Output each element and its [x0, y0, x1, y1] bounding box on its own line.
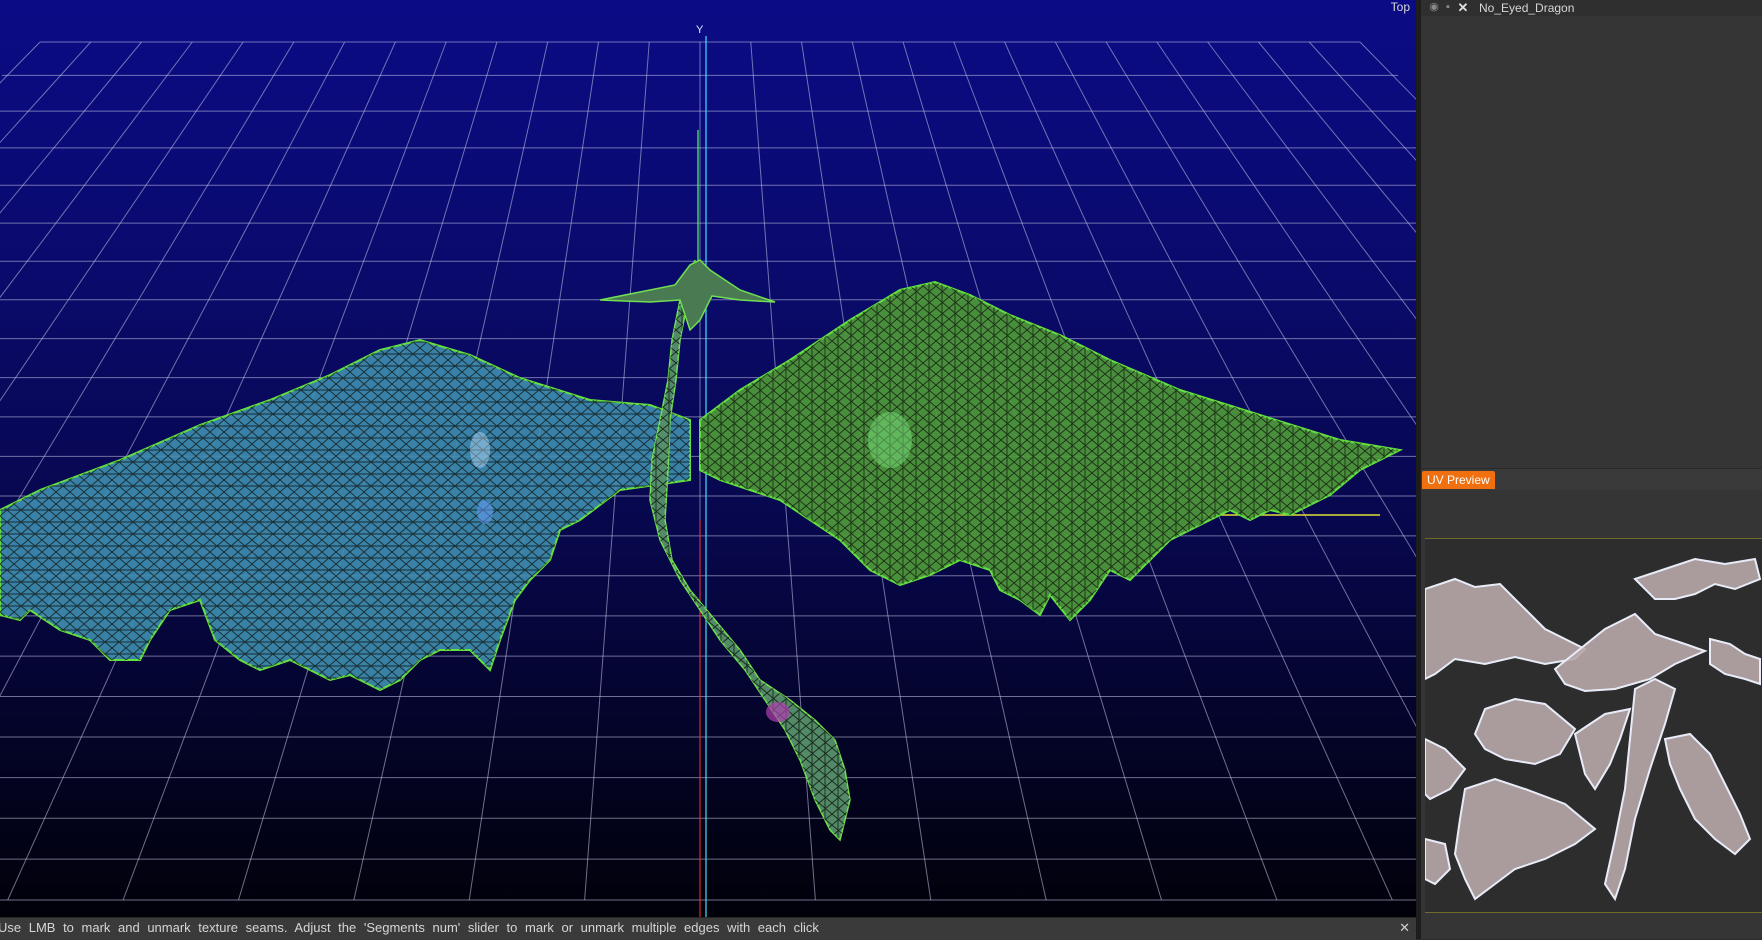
- uv-island: [1425, 837, 1452, 886]
- uv-island: [1425, 737, 1467, 801]
- right-wing-wireframe: [700, 282, 1400, 620]
- viewport-canvas[interactable]: [0, 0, 1416, 917]
- view-name-label: Top: [1390, 0, 1410, 14]
- uv-island: [1709, 637, 1761, 686]
- uv-map-canvas: [1425, 539, 1762, 912]
- uv-island: [1553, 612, 1708, 693]
- uv-island: [1473, 697, 1577, 766]
- status-message: Use LMB to mark and unmark texture seams…: [0, 920, 819, 935]
- tail-accent: [766, 702, 790, 722]
- left-wing-wireframe: [0, 340, 690, 690]
- uv-island: [1573, 707, 1632, 791]
- uv-preview-header: UV Preview: [1421, 468, 1762, 491]
- uv-island: [1633, 557, 1762, 600]
- specular-highlight: [470, 432, 490, 468]
- close-icon[interactable]: ✕: [1457, 1, 1469, 14]
- dragon-head-mesh: [599, 259, 776, 332]
- uv-preview-area[interactable]: [1421, 490, 1762, 939]
- right-panel: ◉ ▪ ✕ No_Eyed_Dragon UV Preview: [1421, 0, 1762, 939]
- lock-icon[interactable]: ▪: [1442, 1, 1454, 14]
- close-icon[interactable]: ✕: [1399, 918, 1410, 938]
- grid-line: [0, 41, 41, 84]
- specular-highlight: [868, 412, 912, 468]
- uv-bound-bottom-line: [1425, 912, 1762, 913]
- grid-line: [0, 41, 92, 144]
- uv-island: [1453, 777, 1597, 901]
- 3d-viewport[interactable]: Top Y: [0, 0, 1416, 917]
- tab-uv-preview[interactable]: UV Preview: [1422, 471, 1495, 489]
- status-bar: Use LMB to mark and unmark texture seams…: [0, 917, 1416, 940]
- y-axis-label: Y: [696, 24, 704, 36]
- layers-list-area: [1421, 16, 1762, 468]
- specular-highlight: [477, 500, 493, 524]
- grid-line: [1359, 41, 1416, 100]
- layer-row[interactable]: ◉ ▪ ✕ No_Eyed_Dragon: [1421, 0, 1762, 16]
- layer-name[interactable]: No_Eyed_Dragon: [1479, 0, 1574, 16]
- uv-island: [1663, 732, 1752, 856]
- eye-icon[interactable]: ◉: [1428, 1, 1440, 14]
- uv-map[interactable]: [1425, 539, 1762, 912]
